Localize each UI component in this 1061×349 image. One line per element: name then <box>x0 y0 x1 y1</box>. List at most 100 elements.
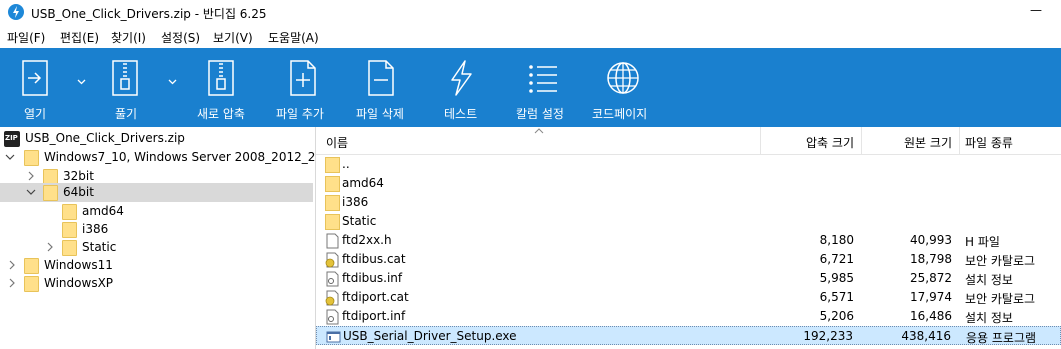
new-archive-label: 새로 압축 <box>197 107 245 121</box>
chevron-down-icon <box>77 79 86 85</box>
compressed-size: 6,721 <box>819 252 854 266</box>
file-list: 이름 압축 크기 원본 크기 파일 종류 .. amd64 i386 Stati… <box>316 127 1061 349</box>
tree-item-64bit[interactable]: 64bit <box>0 183 313 202</box>
chevron-right-icon[interactable] <box>7 259 17 271</box>
compressed-size: 5,985 <box>819 271 854 285</box>
column-header-original-size[interactable]: 원본 크기 <box>904 134 952 151</box>
tree-item-windows7-10[interactable]: Windows7_10, Windows Server 2008_2012_20… <box>0 148 338 167</box>
menu-file[interactable]: 파일(F) <box>7 29 45 46</box>
open-dropdown-button[interactable] <box>77 74 86 88</box>
file-name: amd64 <box>342 176 384 190</box>
chevron-right-icon[interactable] <box>26 170 36 182</box>
tree-item-label: i386 <box>82 222 109 236</box>
exe-icon <box>326 331 341 343</box>
column-header-file-type[interactable]: 파일 종류 <box>965 134 1013 151</box>
column-divider[interactable] <box>861 127 862 155</box>
chevron-right-icon[interactable] <box>45 241 55 253</box>
folder-icon <box>24 150 39 166</box>
chevron-right-icon[interactable] <box>7 277 17 289</box>
column-settings-label: 칼럼 설정 <box>516 107 564 121</box>
add-file-label: 파일 추가 <box>276 107 324 121</box>
add-file-icon <box>290 60 316 96</box>
sort-ascending-icon <box>534 128 544 134</box>
folder-tree: ZIP USB_One_Click_Drivers.zip Windows7_1… <box>0 127 338 349</box>
chevron-down-icon[interactable] <box>26 186 36 198</box>
column-header-name[interactable]: 이름 <box>326 134 348 151</box>
folder-icon <box>325 157 340 173</box>
add-file-button[interactable]: 파일 추가 <box>268 48 338 127</box>
codepage-button[interactable]: 코드페이지 <box>586 48 662 127</box>
compressed-size: 192,233 <box>803 329 853 343</box>
menu-settings[interactable]: 설정(S) <box>161 29 200 46</box>
file-name: ftdibus.inf <box>342 271 403 285</box>
list-item-usb-serial-driver-setup[interactable]: USB_Serial_Driver_Setup.exe 192,233 438,… <box>316 326 1061 345</box>
tree-item-amd64[interactable]: amd64 <box>0 202 313 221</box>
compressed-size: 8,180 <box>819 233 854 247</box>
original-size: 40,993 <box>910 233 952 247</box>
folder-icon <box>62 204 77 220</box>
extract-button[interactable]: 풀기 <box>95 48 163 127</box>
list-item-i386[interactable]: i386 <box>316 193 1061 212</box>
column-header-compressed-size[interactable]: 압축 크기 <box>806 134 854 151</box>
file-type: 보안 카탈로그 <box>965 254 1036 268</box>
tree-root[interactable]: ZIP USB_One_Click_Drivers.zip <box>0 129 313 148</box>
delete-file-button[interactable]: 파일 삭제 <box>348 48 418 127</box>
delete-file-icon <box>368 60 394 96</box>
test-button[interactable]: 테스트 <box>430 48 494 127</box>
compressed-size: 5,206 <box>819 309 854 323</box>
zip-archive-icon: ZIP <box>4 131 20 147</box>
extract-dropdown-button[interactable] <box>168 74 177 88</box>
file-name: ftd2xx.h <box>342 233 392 247</box>
list-item-ftdibus-inf[interactable]: ftdibus.inf 5,985 25,872 설치 정보 <box>316 269 1061 288</box>
tree-item-static[interactable]: Static <box>0 238 313 257</box>
original-size: 17,974 <box>910 290 952 304</box>
folder-icon <box>325 214 340 230</box>
tree-root-label: USB_One_Click_Drivers.zip <box>25 131 185 145</box>
file-type: H 파일 <box>965 235 1000 249</box>
list-item-parent[interactable]: .. <box>316 155 1061 174</box>
tree-item-label: Windows7_10, Windows Server 2008_2012_20… <box>44 150 339 164</box>
menu-help[interactable]: 도움말(A) <box>268 29 319 46</box>
tree-item-windowsxp[interactable]: WindowsXP <box>0 274 313 293</box>
tree-item-windows11[interactable]: Windows11 <box>0 256 313 275</box>
tree-item-i386[interactable]: i386 <box>0 220 313 239</box>
list-item-amd64[interactable]: amd64 <box>316 174 1061 193</box>
folder-icon <box>43 185 58 201</box>
extract-label: 풀기 <box>115 107 138 121</box>
compressed-size: 6,571 <box>819 290 854 304</box>
toolbar: 열기 풀기 새로 압축 파일 추가 파일 삭제 테스트 칼럼 설정 코드페이지 <box>0 48 1061 127</box>
folder-icon <box>325 176 340 192</box>
minimize-button[interactable]: — <box>1015 0 1061 26</box>
menu-edit[interactable]: 편집(E) <box>60 29 99 46</box>
list-item-ftd2xx-h[interactable]: ftd2xx.h 8,180 40,993 H 파일 <box>316 231 1061 250</box>
menu-view[interactable]: 보기(V) <box>213 29 253 46</box>
new-archive-button[interactable]: 새로 압축 <box>188 48 258 127</box>
chevron-down-icon[interactable] <box>5 151 15 163</box>
list-item-ftdiport-cat[interactable]: ftdiport.cat 6,571 17,974 보안 카탈로그 <box>316 288 1061 307</box>
tree-item-label: 64bit <box>63 185 94 199</box>
list-item-static[interactable]: Static <box>316 212 1061 231</box>
column-divider[interactable] <box>760 127 761 155</box>
original-size: 25,872 <box>910 271 952 285</box>
folder-icon <box>62 222 77 238</box>
folder-icon <box>24 258 39 274</box>
settings-file-icon <box>326 309 339 325</box>
tree-item-label: amd64 <box>82 204 124 218</box>
column-divider[interactable] <box>959 127 960 155</box>
folder-icon <box>62 240 77 256</box>
extract-icon <box>112 60 138 96</box>
catalog-icon <box>325 252 339 268</box>
open-button[interactable]: 열기 <box>0 48 68 127</box>
bandizip-app-icon <box>8 4 24 20</box>
tree-item-label: Windows11 <box>44 258 113 272</box>
file-type: 응용 프로그램 <box>966 331 1037 345</box>
list-item-ftdiport-inf[interactable]: ftdiport.inf 5,206 16,486 설치 정보 <box>316 307 1061 326</box>
column-settings-button[interactable]: 칼럼 설정 <box>507 48 577 127</box>
list-item-ftdibus-cat[interactable]: ftdibus.cat 6,721 18,798 보안 카탈로그 <box>316 250 1061 269</box>
catalog-icon <box>325 290 339 306</box>
chevron-down-icon <box>168 79 177 85</box>
menu-find[interactable]: 찾기(I) <box>111 29 146 46</box>
test-label: 테스트 <box>444 107 478 121</box>
file-type: 보안 카탈로그 <box>965 292 1036 306</box>
columns-icon <box>529 65 557 93</box>
